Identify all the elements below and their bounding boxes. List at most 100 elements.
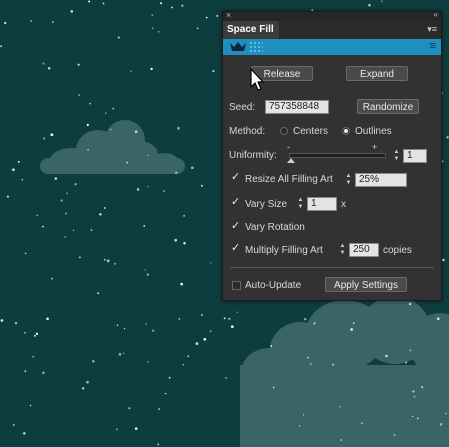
star <box>196 27 199 30</box>
slider-thumb[interactable] <box>287 158 295 163</box>
star <box>313 322 316 325</box>
star <box>106 259 110 263</box>
star <box>181 4 184 7</box>
space-fill-panel: × « Space Fill ▾≡ ≡ Release Expand Seed:… <box>222 10 442 301</box>
spin-down-icon[interactable]: ▼ <box>296 204 305 211</box>
star <box>123 327 126 330</box>
apply-settings-button[interactable]: Apply Settings <box>325 277 407 292</box>
star <box>79 256 81 259</box>
star <box>0 319 4 322</box>
star <box>17 160 20 163</box>
star <box>50 133 54 137</box>
star <box>24 252 27 255</box>
star <box>116 428 118 431</box>
star <box>36 214 39 217</box>
star <box>30 20 33 22</box>
star <box>272 386 275 389</box>
vary-rotation-checkbox[interactable]: ✓ <box>231 221 241 232</box>
banner-menu-icon[interactable]: ≡ <box>430 40 436 52</box>
star <box>74 183 77 186</box>
star <box>113 262 117 265</box>
multiply-stepper[interactable]: ▲ ▼ <box>338 243 347 257</box>
vary-size-stepper[interactable]: ▲ ▼ <box>296 197 305 211</box>
star <box>177 126 180 130</box>
star <box>144 269 146 271</box>
expand-button[interactable]: Expand <box>346 66 408 81</box>
star <box>160 2 163 5</box>
star <box>174 238 178 242</box>
star <box>24 370 27 372</box>
randomize-button[interactable]: Randomize <box>357 99 419 114</box>
star <box>445 412 447 415</box>
star <box>307 356 309 359</box>
vary-size-field[interactable]: 1 <box>307 197 337 211</box>
divider <box>230 267 434 268</box>
crown-icon <box>230 42 246 51</box>
star <box>146 361 149 363</box>
mouse-cursor-icon <box>250 68 265 91</box>
star <box>151 14 154 17</box>
spin-up-icon[interactable]: ▲ <box>392 149 401 156</box>
uniformity-max-label: + <box>372 142 378 152</box>
tab-space-fill[interactable]: Space Fill <box>223 21 279 39</box>
star <box>302 414 305 416</box>
star <box>216 14 219 17</box>
multiply-field[interactable]: 250 <box>349 243 379 257</box>
spin-down-icon[interactable]: ▼ <box>392 156 401 163</box>
star <box>151 27 154 30</box>
spin-down-icon[interactable]: ▼ <box>338 250 347 257</box>
star <box>183 215 185 217</box>
star <box>411 415 414 418</box>
star <box>381 0 383 2</box>
radio-centers[interactable] <box>280 127 288 135</box>
spin-down-icon[interactable]: ▼ <box>344 180 353 187</box>
spin-up-icon[interactable]: ▲ <box>296 197 305 204</box>
star <box>147 185 149 188</box>
star <box>3 21 7 25</box>
star <box>42 371 45 375</box>
resize-field[interactable]: 25% <box>355 173 407 187</box>
spin-up-icon[interactable]: ▲ <box>344 173 353 180</box>
vary-size-checkbox[interactable]: ✓ <box>231 197 241 208</box>
star <box>32 355 35 358</box>
star <box>130 70 132 72</box>
star <box>439 423 443 426</box>
resize-checkbox[interactable]: ✓ <box>231 172 241 183</box>
star <box>77 63 80 66</box>
star <box>183 241 186 245</box>
star <box>368 3 371 7</box>
uniformity-slider[interactable] <box>287 153 386 163</box>
multiply-checkbox[interactable]: ✓ <box>231 243 241 254</box>
resize-label: Resize All Filling Art <box>245 174 333 185</box>
star <box>87 149 89 151</box>
star <box>195 342 199 345</box>
radio-outlines[interactable] <box>342 127 350 135</box>
star <box>24 332 26 334</box>
star <box>92 360 95 363</box>
star <box>12 168 15 172</box>
star <box>182 363 185 366</box>
auto-update-checkbox[interactable] <box>232 281 241 290</box>
seed-field[interactable]: 757358848 <box>265 100 329 114</box>
uniformity-stepper[interactable]: ▲ ▼ <box>392 149 401 163</box>
uniformity-field[interactable]: 1 <box>403 149 427 163</box>
star <box>105 112 107 114</box>
collapse-icon[interactable]: « <box>434 10 439 19</box>
star <box>393 434 396 437</box>
resize-stepper[interactable]: ▲ ▼ <box>344 173 353 187</box>
star <box>360 422 363 425</box>
seed-label: Seed: <box>229 102 256 113</box>
star <box>89 102 92 105</box>
star <box>64 236 66 238</box>
close-icon[interactable]: × <box>226 10 231 20</box>
panel-menu-icon[interactable]: ▾≡ <box>427 24 437 35</box>
star <box>212 70 215 73</box>
star <box>436 317 440 321</box>
vary-rotation-label: Vary Rotation <box>245 222 305 233</box>
star <box>203 337 207 341</box>
spin-up-icon[interactable]: ▲ <box>338 243 347 250</box>
star <box>340 439 343 441</box>
plugin-banner: ≡ <box>223 39 441 55</box>
multiply-suffix: copies <box>383 245 412 256</box>
star <box>236 311 238 314</box>
